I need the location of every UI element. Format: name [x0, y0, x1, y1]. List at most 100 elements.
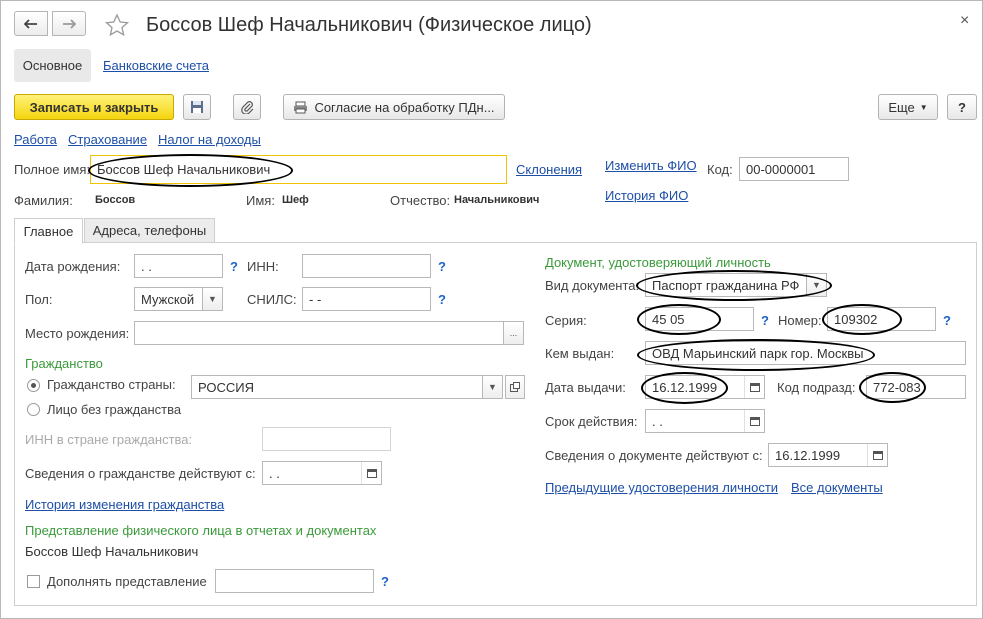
floppy-icon — [191, 101, 203, 113]
calendar-icon[interactable] — [867, 444, 887, 466]
issue-date-value: 16.12.1999 — [652, 379, 718, 395]
validity-field[interactable]: . . — [645, 409, 765, 433]
citizenship-valid-field[interactable]: . . — [262, 461, 382, 485]
id-document-title: Документ, удостоверяющий личность — [545, 255, 771, 270]
birth-date-field[interactable]: . . — [134, 254, 223, 278]
birth-place-label: Место рождения: — [25, 326, 130, 341]
name-label: Имя: — [246, 193, 275, 208]
number-field[interactable]: 109302 — [827, 307, 936, 331]
citizenship-history-link[interactable]: История изменения гражданства — [25, 497, 224, 512]
help-question-icon[interactable]: ? — [761, 313, 769, 328]
country-value: РОССИЯ — [198, 379, 255, 395]
dept-code-label: Код подразд: — [777, 380, 856, 395]
doc-type-value: Паспорт гражданина РФ — [652, 277, 800, 293]
surname-value: Боссов — [95, 194, 136, 206]
gender-value: Мужской — [141, 291, 195, 307]
fio-history-link[interactable]: История ФИО — [605, 188, 688, 203]
foreign-inn-field[interactable] — [262, 427, 391, 451]
code-field[interactable]: 00-0000001 — [739, 157, 849, 181]
favorite-star-icon[interactable] — [104, 13, 130, 40]
previous-documents-link[interactable]: Предыдущие удостоверения личности — [545, 480, 778, 495]
declension-link[interactable]: Склонения — [516, 162, 582, 177]
calendar-icon[interactable] — [744, 410, 764, 432]
add-representation-field[interactable] — [215, 569, 374, 593]
calendar-icon[interactable] — [361, 462, 381, 484]
foreign-inn-label: ИНН в стране гражданства: — [25, 432, 193, 447]
series-field[interactable]: 45 05 — [645, 307, 754, 331]
printer-icon — [294, 101, 308, 113]
save-close-button[interactable]: Записать и закрыть — [14, 94, 174, 120]
issue-date-label: Дата выдачи: — [545, 380, 626, 395]
consent-button[interactable]: Согласие на обработку ПДн... — [283, 94, 505, 120]
forward-button[interactable] — [52, 11, 86, 36]
link-work[interactable]: Работа — [14, 132, 57, 147]
patronymic-label: Отчество: — [390, 193, 451, 208]
window-title: Боссов Шеф Начальникович (Физическое лиц… — [146, 14, 592, 36]
full-name-input[interactable]: Боссов Шеф Начальникович — [90, 155, 507, 184]
help-question-icon[interactable]: ? — [943, 313, 951, 328]
more-button[interactable]: Еще ▼ — [878, 94, 938, 120]
country-select[interactable]: РОССИЯ ▼ — [191, 375, 503, 399]
add-representation-label: Дополнять представление — [47, 574, 207, 589]
full-name-label: Полное имя: — [14, 162, 90, 177]
citizenship-valid-label: Сведения о гражданстве действуют с: — [25, 466, 256, 481]
representation-title: Представление физического лица в отчетах… — [25, 523, 377, 538]
help-question-icon[interactable]: ? — [438, 259, 446, 274]
doc-valid-field[interactable]: 16.12.1999 — [768, 443, 888, 467]
number-label: Номер: — [778, 313, 822, 328]
stateless-radio[interactable] — [27, 403, 40, 416]
help-question-icon[interactable]: ? — [381, 574, 389, 589]
issued-by-label: Кем выдан: — [545, 346, 615, 361]
citizenship-title: Гражданство — [25, 356, 103, 371]
tab-addresses[interactable]: Адреса, телефоны — [84, 218, 215, 243]
patronymic-value: Начальникович — [454, 194, 540, 206]
link-income-tax[interactable]: Налог на доходы — [158, 132, 261, 147]
code-label: Код: — [707, 162, 733, 177]
dropdown-icon[interactable]: ▼ — [482, 376, 502, 398]
snils-field[interactable]: - - — [302, 287, 431, 311]
tab-main[interactable]: Основное — [14, 49, 91, 82]
stateless-label: Лицо без гражданства — [47, 402, 182, 417]
birth-date-label: Дата рождения: — [25, 259, 121, 274]
name-value: Шеф — [282, 194, 309, 206]
citizenship-valid-value: . . — [269, 465, 280, 481]
inn-field[interactable] — [302, 254, 431, 278]
representation-value: Боссов Шеф Начальникович — [25, 544, 199, 559]
gender-select[interactable]: Мужской ▼ — [134, 287, 223, 311]
close-icon[interactable]: × — [960, 12, 969, 30]
citizen-of-radio[interactable] — [27, 379, 40, 392]
back-button[interactable] — [14, 11, 48, 36]
doc-valid-value: 16.12.1999 — [775, 447, 841, 463]
consent-label: Согласие на обработку ПДн... — [314, 99, 495, 115]
doc-type-label: Вид документа: — [545, 278, 640, 293]
ellipsis-icon[interactable]: ... — [503, 322, 523, 344]
help-question-icon[interactable]: ? — [438, 292, 446, 307]
gender-label: Пол: — [25, 292, 53, 307]
snils-label: СНИЛС: — [247, 292, 297, 307]
dropdown-icon[interactable]: ▼ — [202, 288, 222, 310]
dropdown-icon[interactable]: ▼ — [806, 274, 826, 296]
all-documents-link[interactable]: Все документы — [791, 480, 883, 495]
doc-type-select[interactable]: Паспорт гражданина РФ ▼ — [645, 273, 827, 297]
validity-value: . . — [652, 413, 663, 429]
attach-button[interactable] — [233, 94, 261, 120]
help-button[interactable]: ? — [947, 94, 977, 120]
open-icon[interactable] — [505, 375, 525, 399]
issued-by-field[interactable]: ОВД Марьинский парк гор. Москвы — [645, 341, 966, 365]
save-button[interactable] — [183, 94, 211, 120]
issue-date-field[interactable]: 16.12.1999 — [645, 375, 765, 399]
change-fio-link[interactable]: Изменить ФИО — [605, 158, 697, 173]
tab-general[interactable]: Главное — [14, 218, 83, 244]
birth-place-field[interactable]: ... — [134, 321, 524, 345]
citizen-of-label: Гражданство страны: — [47, 377, 176, 392]
link-insurance[interactable]: Страхование — [68, 132, 147, 147]
dept-code-field[interactable]: 772-083 — [866, 375, 966, 399]
tab-bank-accounts[interactable]: Банковские счета — [103, 58, 209, 73]
arrow-left-icon — [24, 18, 37, 29]
doc-valid-label: Сведения о документе действуют с: — [545, 448, 763, 463]
calendar-icon[interactable] — [744, 376, 764, 398]
help-question-icon[interactable]: ? — [230, 259, 238, 274]
add-representation-checkbox[interactable] — [27, 575, 40, 588]
series-label: Серия: — [545, 313, 587, 328]
validity-label: Срок действия: — [545, 414, 638, 429]
